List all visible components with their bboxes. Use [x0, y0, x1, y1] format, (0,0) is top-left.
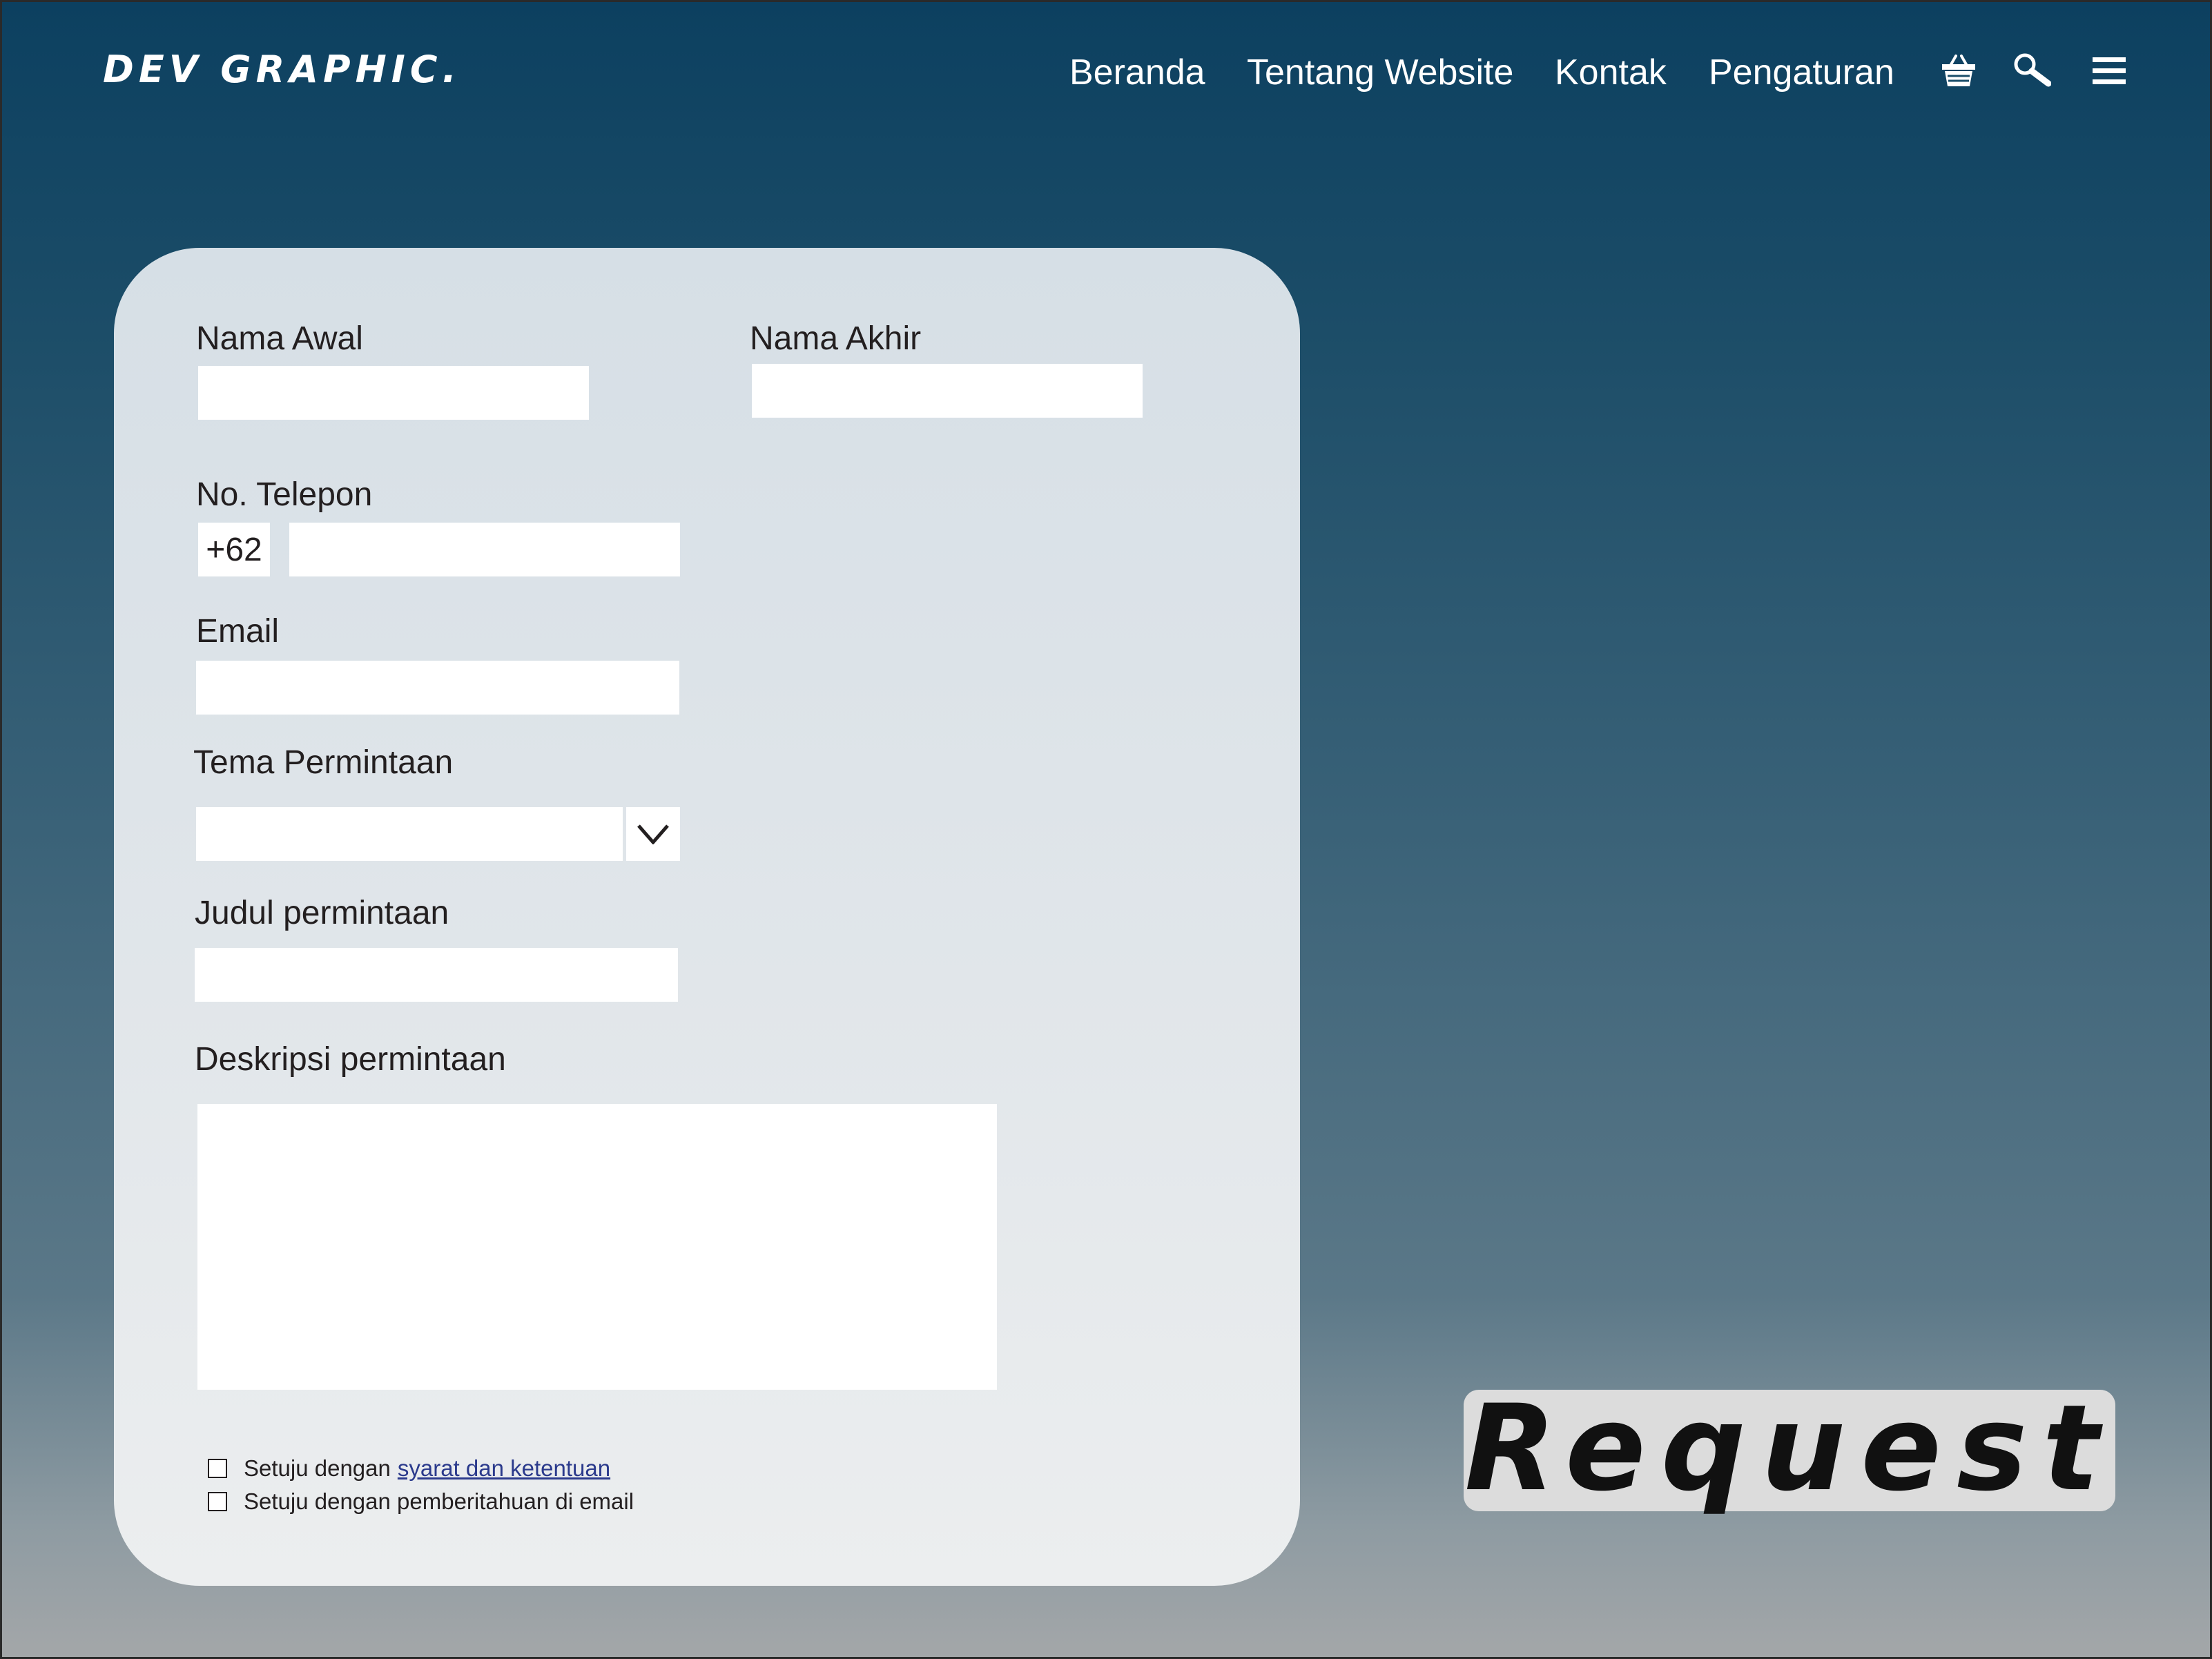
last-name-label: Nama Akhir	[750, 320, 922, 357]
terms-link[interactable]: syarat dan ketentuan	[398, 1455, 610, 1482]
theme-dropdown-button[interactable]	[626, 807, 680, 861]
request-form-card: Nama Awal Nama Akhir No. Telepon +62 Ema…	[114, 248, 1300, 1586]
menu-icon[interactable]	[2093, 57, 2126, 85]
phone-label: No. Telepon	[196, 476, 373, 513]
request-button-label: Request	[1464, 1379, 2115, 1517]
agree-email-text: Setuju dengan pemberitahuan di email	[244, 1488, 634, 1514]
brand-logo[interactable]: DEV GRAPHIC.	[103, 48, 461, 91]
nav-link-tentang-website[interactable]: Tentang Website	[1247, 52, 1513, 93]
request-description-label: Deskripsi permintaan	[195, 1041, 506, 1078]
theme-label: Tema Permintaan	[193, 744, 454, 781]
phone-input[interactable]	[289, 523, 680, 576]
agree-terms-checkbox[interactable]	[208, 1459, 227, 1478]
phone-country-code: +62	[198, 523, 270, 576]
nav-link-pengaturan[interactable]: Pengaturan	[1709, 52, 1894, 93]
request-description-textarea[interactable]	[197, 1104, 997, 1390]
email-label: Email	[196, 613, 280, 650]
first-name-label: Nama Awal	[196, 320, 363, 357]
chevron-down-icon	[637, 824, 669, 844]
email-input[interactable]	[196, 661, 679, 715]
request-title-input[interactable]	[195, 948, 678, 1002]
request-button[interactable]: Request	[1464, 1379, 2115, 1517]
agree-terms-text: Setuju dengan	[244, 1455, 391, 1481]
theme-select[interactable]	[196, 807, 623, 861]
agree-terms-row: Setuju dengan syarat dan ketentuan	[208, 1455, 610, 1482]
first-name-input[interactable]	[198, 366, 589, 420]
last-name-input[interactable]	[752, 364, 1143, 418]
nav-link-kontak[interactable]: Kontak	[1555, 52, 1667, 93]
request-title-label: Judul permintaan	[195, 895, 449, 931]
search-icon[interactable]	[2012, 52, 2051, 88]
agree-email-row: Setuju dengan pemberitahuan di email	[208, 1488, 634, 1515]
agree-email-checkbox[interactable]	[208, 1492, 227, 1511]
nav-link-beranda[interactable]: Beranda	[1069, 52, 1205, 93]
basket-icon[interactable]	[1941, 50, 1977, 88]
